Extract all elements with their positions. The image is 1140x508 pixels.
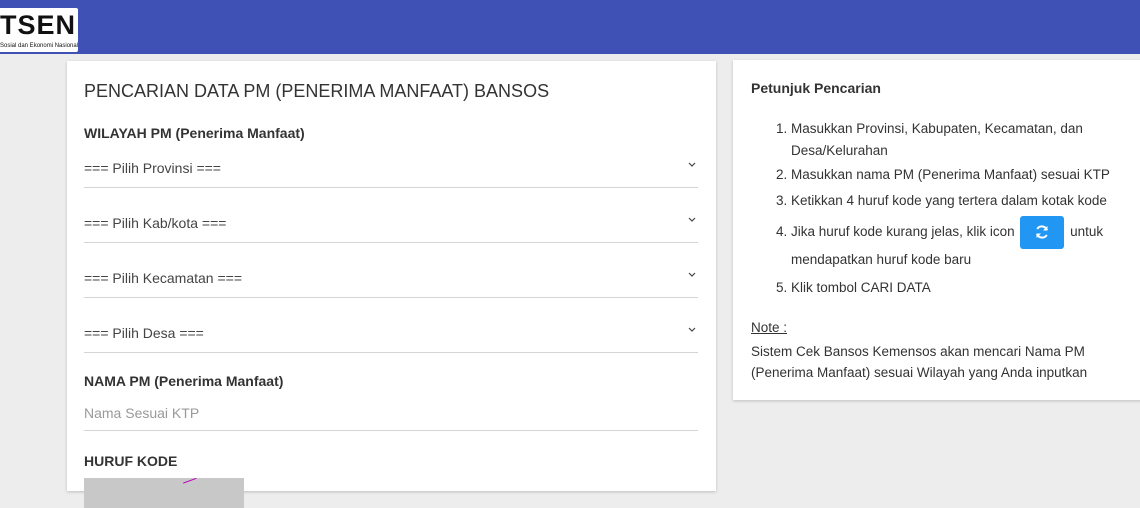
- chevron-down-icon: [686, 213, 698, 225]
- provinsi-select[interactable]: === Pilih Provinsi ===: [84, 148, 698, 188]
- search-form-card: PENCARIAN DATA PM (PENERIMA MANFAAT) BAN…: [67, 61, 716, 508]
- note-label: Note :: [751, 320, 788, 335]
- nama-label: NAMA PM (Penerima Manfaat): [84, 373, 284, 389]
- chevron-down-icon: [686, 268, 698, 280]
- kecamatan-select-value: === Pilih Kecamatan ===: [84, 270, 242, 286]
- note-text: Sistem Cek Bansos Kemensos akan mencari …: [751, 344, 1088, 380]
- top-app-bar: TSEN Sosial dan Ekonomi Nasional: [0, 0, 1140, 54]
- desa-select-value: === Pilih Desa ===: [84, 325, 204, 341]
- provinsi-select-value: === Pilih Provinsi ===: [84, 160, 221, 176]
- kabkota-select[interactable]: === Pilih Kab/kota ===: [84, 203, 698, 243]
- guide-card: Petunjuk Pencarian 1. Masukkan Provinsi,…: [733, 60, 1140, 400]
- logo[interactable]: TSEN Sosial dan Ekonomi Nasional: [0, 8, 78, 52]
- logo-subtitle: Sosial dan Ekonomi Nasional: [0, 43, 79, 49]
- refresh-icon: [1020, 215, 1065, 249]
- logo-text: TSEN: [0, 10, 77, 40]
- nama-input[interactable]: [84, 395, 698, 431]
- chevron-down-icon: [686, 158, 698, 170]
- guide-title: Petunjuk Pencarian: [751, 80, 881, 96]
- chevron-down-icon: [686, 323, 698, 335]
- page-title: PENCARIAN DATA PM (PENERIMA MANFAAT) BAN…: [84, 81, 550, 101]
- wilayah-label: WILAYAH PM (Penerima Manfaat): [84, 125, 305, 141]
- desa-select[interactable]: === Pilih Desa ===: [84, 313, 698, 353]
- kode-label: HURUF KODE: [84, 453, 178, 469]
- kecamatan-select[interactable]: === Pilih Kecamatan ===: [84, 258, 698, 298]
- list-item: 1. Masukkan Provinsi, Kabupaten, Kecamat…: [776, 121, 1083, 158]
- kabkota-select-value: === Pilih Kab/kota ===: [84, 215, 227, 231]
